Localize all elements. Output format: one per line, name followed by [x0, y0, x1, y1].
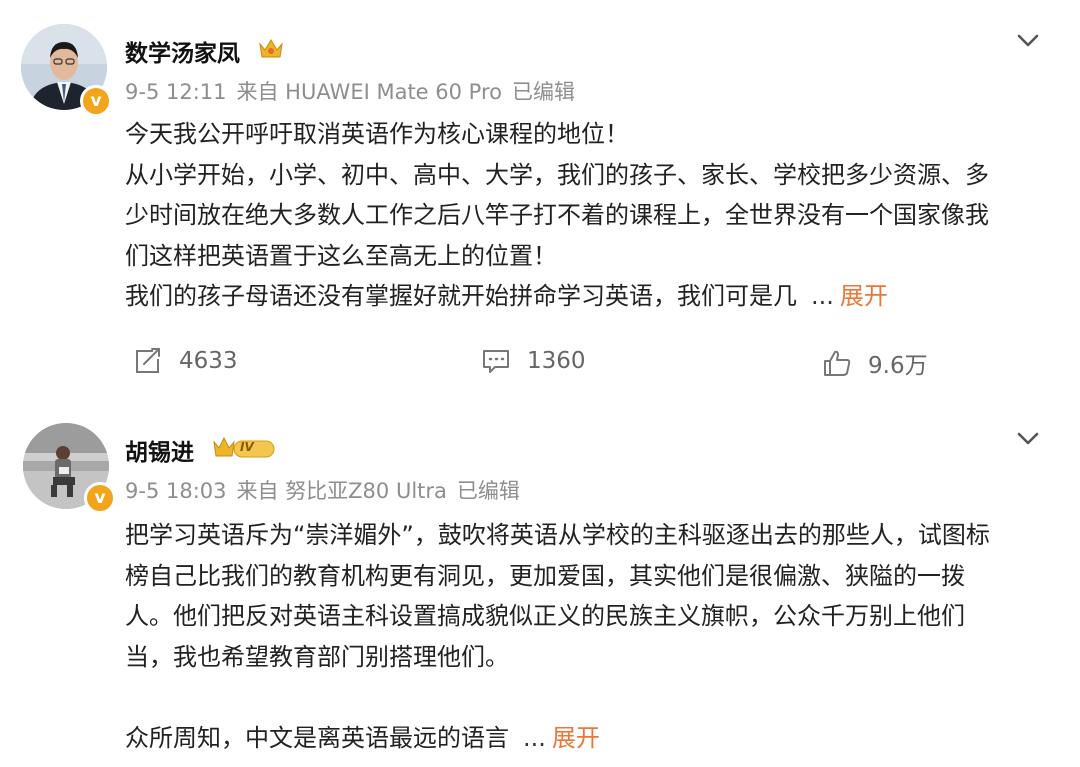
- post-line: 当，我也希望教育部门别搭理他们。: [125, 642, 509, 671]
- comment-icon: [483, 350, 509, 373]
- ellipsis: ...: [523, 723, 546, 752]
- ellipsis: ...: [811, 282, 834, 310]
- post-source: 来自 HUAWEI Mate 60 Pro: [236, 80, 502, 104]
- chevron-down-icon[interactable]: [1014, 428, 1042, 448]
- post-card: v 数学汤家凤 9-5 12:11 来自 HUAWEI Mate 60 Pro 已编…: [0, 0, 1080, 413]
- expand-link[interactable]: 展开: [552, 724, 600, 752]
- thumbs-up-icon: [824, 350, 851, 376]
- action-bar: 4633 1360 9.6万: [0, 346, 1080, 390]
- post-meta: 9-5 12:11 来自 HUAWEI Mate 60 Pro 已编辑: [125, 76, 585, 106]
- edited-label: 已编辑: [456, 479, 520, 503]
- like-count: 9.6万: [868, 353, 928, 379]
- post-body: 今天我公开呼吁取消英语作为核心课程的地位！ 从小学开始，小学、初中、高中、大学，…: [125, 114, 989, 317]
- repost-count: 4633: [179, 348, 238, 374]
- post-line: 们这样把英语置于这么至高无上的位置！: [125, 241, 557, 270]
- comment-count: 1360: [527, 348, 586, 374]
- post-time: 9-5 12:11: [125, 80, 227, 104]
- post-line: 我们的孩子母语还没有掌握好就开始拼命学习英语，我们可是几... 展开: [125, 276, 989, 317]
- author-name[interactable]: 胡锡进: [125, 433, 194, 467]
- post-line: 今天我公开呼吁取消英语作为核心课程的地位！: [125, 120, 629, 148]
- level-badge-text: IV: [240, 440, 254, 454]
- edited-label: 已编辑: [511, 80, 575, 104]
- verified-badge-icon: v: [84, 482, 116, 514]
- chevron-down-icon[interactable]: [1014, 30, 1042, 50]
- comment-button[interactable]: 1360: [481, 346, 586, 376]
- post-line-text: 我们的孩子母语还没有掌握好就开始拼命学习英语，我们可是几: [125, 282, 797, 310]
- repost-icon: [136, 348, 160, 373]
- post-source: 来自 努比亚Z80 Ultra: [236, 479, 447, 503]
- like-button[interactable]: 9.6万: [822, 346, 928, 380]
- expand-link[interactable]: 展开: [840, 282, 888, 310]
- author-name[interactable]: 数学汤家凤: [125, 34, 240, 68]
- repost-button[interactable]: 4633: [133, 346, 238, 376]
- post-body: 把学习英语斥为“崇洋媚外”，鼓吹将英语从学校的主科驱逐出去的那些人，试图标 榜自…: [125, 515, 990, 758]
- post-line-text: 众所周知，中文是离英语最远的语言: [125, 723, 509, 752]
- verified-badge-icon: v: [80, 85, 112, 117]
- post-line: 少时间放在绝大多数人工作之后八竿子打不着的课程上，全世界没有一个国家像我: [125, 201, 989, 229]
- post-line: [125, 677, 990, 718]
- crown-icon: [259, 39, 283, 58]
- post-line: 榜自己比我们的教育机构更有洞见，更加爱国，其实他们是很偏激、狭隘的一拨: [125, 561, 965, 590]
- post-line: 把学习英语斥为“崇洋媚外”，鼓吹将英语从学校的主科驱逐出去的那些人，试图标: [125, 521, 990, 549]
- post-line: 人。他们把反对英语主科设置搞成貌似正义的民族主义旗帜，公众千万别上他们: [125, 602, 965, 630]
- post-line: 众所周知，中文是离英语最远的语言... 展开: [125, 718, 990, 759]
- post-line: 从小学开始，小学、初中、高中、大学，我们的孩子、家长、学校把多少资源、多: [125, 160, 989, 189]
- post-card: v 胡锡进 IV 9-5 18:03 来自 努比亚Z80 Ultra 已编辑 把学习…: [0, 413, 1080, 767]
- post-time: 9-5 18:03: [125, 479, 227, 503]
- post-meta: 9-5 18:03 来自 努比亚Z80 Ultra 已编辑: [125, 475, 530, 505]
